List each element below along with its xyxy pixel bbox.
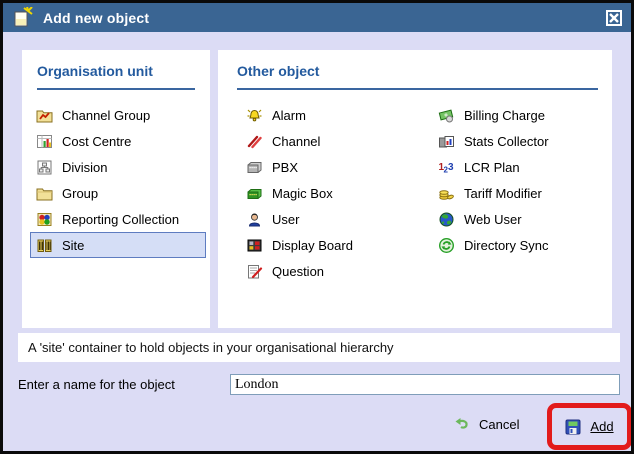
close-icon[interactable] bbox=[606, 10, 622, 26]
new-document-icon bbox=[14, 6, 33, 26]
list-item-label: Question bbox=[272, 263, 325, 279]
pbx-icon bbox=[247, 161, 262, 173]
list-item-label: Alarm bbox=[272, 107, 306, 123]
list-item-reporting-collection[interactable]: Reporting Collection bbox=[30, 206, 206, 232]
web-user-globe-icon bbox=[439, 212, 454, 226]
object-description: A 'site' container to hold objects in yo… bbox=[18, 333, 620, 362]
list-item-label: Magic Box bbox=[272, 185, 333, 201]
heading-rule bbox=[237, 88, 598, 90]
cancel-label: Cancel bbox=[479, 417, 520, 432]
reporting-collection-icon bbox=[37, 212, 52, 226]
list-item-web-user[interactable]: Web User bbox=[432, 206, 600, 232]
add-button[interactable]: Add bbox=[565, 419, 614, 435]
site-buildings-icon bbox=[37, 239, 52, 252]
channel-group-icon bbox=[36, 110, 53, 122]
annotation-highlight: Add bbox=[547, 403, 631, 450]
list-item-label: PBX bbox=[272, 159, 299, 175]
list-item-label: Channel Group bbox=[62, 107, 151, 123]
other-object-heading: Other object bbox=[237, 63, 320, 79]
dialog-title: Add new object bbox=[43, 9, 150, 26]
display-board-icon bbox=[247, 239, 262, 251]
list-item-label: Cost Centre bbox=[62, 133, 132, 149]
list-item-group[interactable]: Group bbox=[30, 180, 206, 206]
list-item-label: Tariff Modifier bbox=[464, 185, 542, 201]
group-folder-icon bbox=[36, 188, 53, 200]
list-item-directory-sync[interactable]: Directory Sync bbox=[432, 232, 600, 258]
list-item-label: User bbox=[272, 211, 300, 227]
list-item-alarm[interactable]: Alarm bbox=[240, 102, 420, 128]
list-item-label: Channel bbox=[272, 133, 321, 149]
list-item-label: Billing Charge bbox=[464, 107, 545, 123]
billing-charge-icon bbox=[438, 109, 454, 122]
list-item-label: Group bbox=[62, 185, 99, 201]
stats-collector-icon bbox=[439, 135, 454, 147]
tariff-modifier-icon bbox=[439, 189, 454, 200]
svg-text:3: 3 bbox=[448, 162, 454, 173]
list-item-cost-centre[interactable]: Cost Centre bbox=[30, 128, 206, 154]
cost-centre-icon bbox=[37, 134, 52, 148]
list-item-division[interactable]: Division bbox=[30, 154, 206, 180]
channel-icon bbox=[247, 135, 262, 148]
list-item-label: Directory Sync bbox=[464, 237, 549, 253]
magic-box-icon bbox=[247, 188, 262, 199]
organisation-unit-panel: Organisation unit Channel Group Cost Cen… bbox=[22, 50, 210, 328]
list-item-channel-group[interactable]: Channel Group bbox=[30, 102, 206, 128]
organisation-unit-heading: Organisation unit bbox=[37, 63, 153, 79]
directory-sync-icon bbox=[438, 237, 455, 253]
name-field-label: Enter a name for the object bbox=[18, 377, 175, 392]
add-label: Add bbox=[590, 419, 614, 434]
list-item-label: Site bbox=[62, 237, 85, 253]
list-item-channel[interactable]: Channel bbox=[240, 128, 420, 154]
list-item-stats-collector[interactable]: Stats Collector bbox=[432, 128, 600, 154]
undo-arrow-icon bbox=[455, 418, 468, 429]
list-item-question[interactable]: Question bbox=[240, 258, 420, 284]
list-item-billing-charge[interactable]: Billing Charge bbox=[432, 102, 600, 128]
object-name-input[interactable] bbox=[230, 374, 620, 395]
list-item-display-board[interactable]: Display Board bbox=[240, 232, 420, 258]
list-item-tariff-modifier[interactable]: Tariff Modifier bbox=[432, 180, 600, 206]
list-item-pbx[interactable]: PBX bbox=[240, 154, 420, 180]
cancel-button[interactable]: Cancel bbox=[453, 416, 519, 433]
list-item-lcr-plan[interactable]: 1 2 3 LCR Plan bbox=[432, 154, 600, 180]
list-item-label: Stats Collector bbox=[464, 133, 549, 149]
lcr-plan-icon: 1 2 3 bbox=[439, 162, 455, 175]
question-icon bbox=[248, 264, 263, 278]
other-object-panel: Other object Alarm Channel PBX Magic Box… bbox=[218, 50, 612, 328]
dialog-titlebar: Add new object bbox=[3, 3, 631, 32]
list-item-user[interactable]: User bbox=[240, 206, 420, 232]
list-item-label: Display Board bbox=[272, 237, 353, 253]
list-item-magic-box[interactable]: Magic Box bbox=[240, 180, 420, 206]
add-new-object-dialog: Add new object Organisation unit Channel… bbox=[0, 0, 634, 454]
division-icon bbox=[37, 160, 52, 174]
list-item-label: Web User bbox=[464, 211, 522, 227]
user-icon bbox=[248, 213, 261, 226]
alarm-bell-icon bbox=[247, 109, 262, 121]
list-item-label: Division bbox=[62, 159, 108, 175]
save-floppy-icon bbox=[565, 419, 581, 434]
list-item-site[interactable]: Site bbox=[30, 232, 206, 258]
list-item-label: LCR Plan bbox=[464, 159, 520, 175]
heading-rule bbox=[37, 88, 195, 90]
list-item-label: Reporting Collection bbox=[62, 211, 180, 227]
